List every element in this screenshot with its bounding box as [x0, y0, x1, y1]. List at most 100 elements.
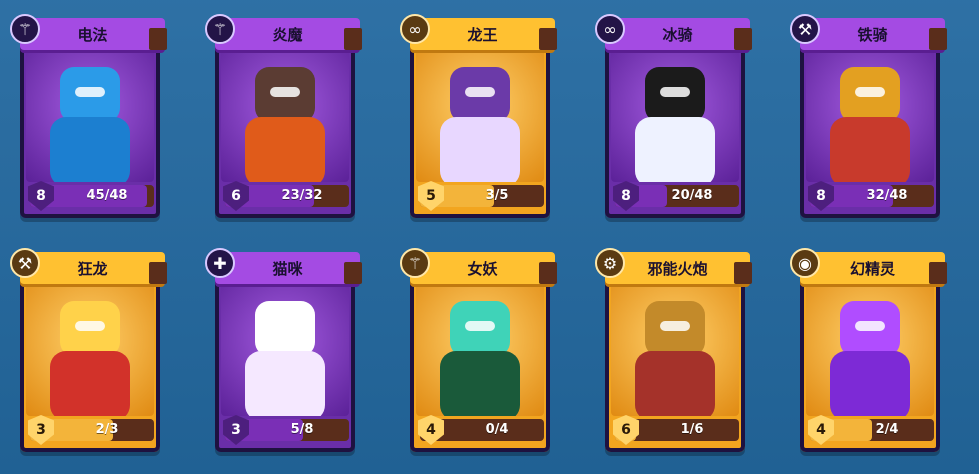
hero-accent	[855, 321, 885, 331]
hero-card[interactable]: 狂龙 ⚒ 2/3 3	[10, 246, 170, 456]
hero-accent	[855, 87, 885, 97]
hero-portrait	[221, 42, 349, 182]
hero-name-banner: 炎魔	[215, 18, 362, 50]
hero-name-banner: 猫咪	[215, 252, 362, 284]
hero-card[interactable]: 女妖 ⚚ 0/4 4	[400, 246, 560, 456]
hero-portrait	[221, 276, 349, 416]
hero-card[interactable]: 炎魔 ⚚ 23/32 6	[205, 12, 365, 222]
hero-body	[440, 351, 520, 416]
level-number: 4	[426, 422, 436, 438]
ring-icon: ∞	[595, 14, 625, 44]
staff-icon: ⚚	[205, 14, 235, 44]
progress-text: 1/6	[680, 422, 704, 437]
hero-body	[440, 117, 520, 182]
banner-tab	[149, 262, 167, 284]
hero-illustration	[230, 291, 340, 416]
hero-name: 电法	[77, 25, 108, 44]
hero-illustration	[620, 291, 730, 416]
progress-text: 2/4	[875, 422, 899, 437]
axe-icon: ⚒	[10, 248, 40, 278]
hero-card[interactable]: 邪能火炮 ⚙ 1/6 6	[595, 246, 755, 456]
hero-card[interactable]: 冰骑 ∞ 20/48 8	[595, 12, 755, 222]
hero-body	[830, 117, 910, 182]
level-number: 8	[816, 188, 826, 204]
hero-card-grid: 电法 ⚚ 45/48 8 炎魔 ⚚ 23/32 6 龙王 ∞ 3/5 5 冰骑 …	[10, 12, 970, 462]
level-number: 8	[36, 188, 46, 204]
hero-name-banner: 邪能火炮	[605, 252, 752, 284]
hero-accent	[465, 321, 495, 331]
level-number: 8	[621, 188, 631, 204]
hero-portrait	[416, 276, 544, 416]
hero-name: 猫咪	[272, 259, 303, 278]
banner-tab	[734, 28, 752, 50]
role-glyph: ⚚	[212, 20, 228, 39]
progress-text: 20/48	[671, 188, 713, 203]
hero-accent	[75, 87, 105, 97]
staff-icon: ⚚	[400, 248, 430, 278]
level-number: 3	[36, 422, 46, 438]
level-number: 5	[426, 188, 436, 204]
banner-tab	[929, 262, 947, 284]
hero-name: 狂龙	[77, 259, 108, 278]
banner-tab	[539, 28, 557, 50]
hero-body	[635, 117, 715, 182]
level-number: 4	[816, 422, 826, 438]
hero-card[interactable]: 猫咪 ✚ 5/8 3	[205, 246, 365, 456]
hero-name: 女妖	[467, 259, 498, 278]
hero-body	[50, 351, 130, 416]
hero-portrait	[806, 42, 934, 182]
hero-name-banner: 铁骑	[800, 18, 947, 50]
hero-name: 龙王	[467, 25, 498, 44]
hero-portrait	[416, 42, 544, 182]
hero-accent	[465, 87, 495, 97]
staff-icon: ⚚	[10, 14, 40, 44]
progress-text: 2/3	[95, 422, 119, 437]
hero-name-banner: 冰骑	[605, 18, 752, 50]
progress-text: 0/4	[485, 422, 509, 437]
hero-card[interactable]: 幻精灵 ◉ 2/4 4	[790, 246, 950, 456]
hero-illustration	[620, 57, 730, 182]
level-number: 3	[231, 422, 241, 438]
hero-name-banner: 幻精灵	[800, 252, 947, 284]
hero-name-banner: 女妖	[410, 252, 557, 284]
role-glyph: ∞	[603, 20, 617, 39]
progress-text: 23/32	[281, 188, 323, 203]
hero-illustration	[815, 291, 925, 416]
role-glyph: ⚒	[17, 254, 33, 273]
role-glyph: ✚	[213, 254, 227, 273]
hero-illustration	[230, 57, 340, 182]
hero-name: 冰骑	[662, 25, 693, 44]
role-glyph: ◉	[798, 254, 812, 273]
hero-name-banner: 龙王	[410, 18, 557, 50]
pokeball-icon: ◉	[790, 248, 820, 278]
banner-tab	[149, 28, 167, 50]
hero-illustration	[425, 291, 535, 416]
progress-text: 32/48	[866, 188, 908, 203]
hero-accent	[660, 321, 690, 331]
hero-body	[635, 351, 715, 416]
role-glyph: ⚒	[797, 20, 813, 39]
banner-tab	[344, 262, 362, 284]
level-number: 6	[621, 422, 631, 438]
hero-accent	[75, 321, 105, 331]
role-glyph: ∞	[408, 20, 422, 39]
role-glyph: ⚙	[602, 254, 618, 273]
hero-card[interactable]: 电法 ⚚ 45/48 8	[10, 12, 170, 222]
hero-portrait	[611, 276, 739, 416]
progress-text: 5/8	[290, 422, 314, 437]
banner-tab	[344, 28, 362, 50]
hero-name-banner: 电法	[20, 18, 167, 50]
hero-accent	[270, 321, 300, 331]
hero-illustration	[35, 57, 145, 182]
hero-illustration	[815, 57, 925, 182]
hero-card[interactable]: 龙王 ∞ 3/5 5	[400, 12, 560, 222]
hero-portrait	[611, 42, 739, 182]
progress-text: 3/5	[485, 188, 509, 203]
hero-card[interactable]: 铁骑 ⚒ 32/48 8	[790, 12, 950, 222]
hero-body	[245, 351, 325, 416]
banner-tab	[539, 262, 557, 284]
hero-portrait	[26, 42, 154, 182]
hero-illustration	[35, 291, 145, 416]
role-glyph: ⚚	[17, 20, 33, 39]
hero-accent	[270, 87, 300, 97]
